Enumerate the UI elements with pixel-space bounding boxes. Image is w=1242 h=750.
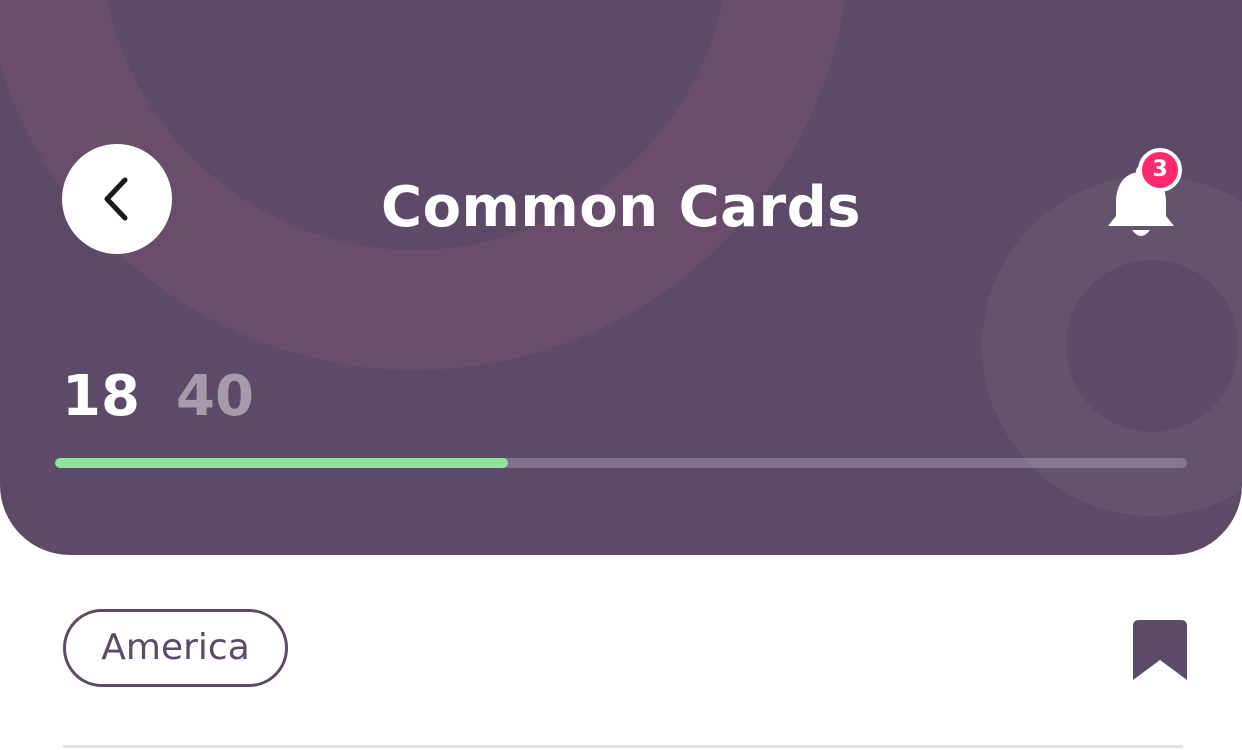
category-tag[interactable]: America bbox=[63, 609, 288, 687]
progress-bar-fill bbox=[55, 458, 508, 468]
progress-bar bbox=[55, 458, 1187, 468]
bookmark-button[interactable] bbox=[1133, 620, 1187, 682]
bookmark-icon bbox=[1133, 620, 1187, 680]
header: Common Cards 3 18 40 bbox=[0, 0, 1242, 555]
progress-total: 40 bbox=[176, 364, 254, 429]
notification-badge: 3 bbox=[1138, 148, 1182, 192]
divider bbox=[63, 745, 1183, 748]
page-title: Common Cards bbox=[380, 175, 862, 240]
progress-current: 18 bbox=[62, 364, 140, 429]
